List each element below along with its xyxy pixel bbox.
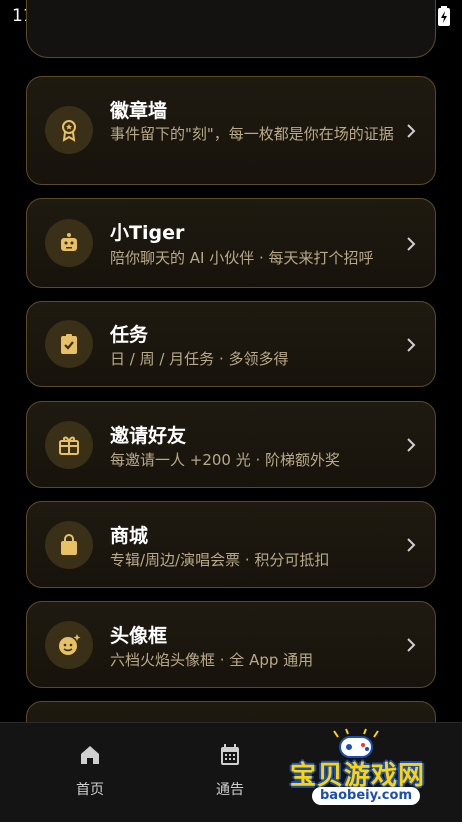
- item-title: 小Tiger: [110, 222, 185, 244]
- item-title: 商城: [110, 525, 149, 547]
- watermark: 宝贝游戏网 baobeiy.com: [286, 727, 456, 817]
- menu-item-badge-wall[interactable]: 徽章墙 事件留下的"刻"，每一枚都是你在场的证据: [26, 76, 436, 185]
- face-sparkle-icon: [45, 621, 93, 669]
- menu-item-tiger[interactable]: 小Tiger 陪你聊天的 AI 小伙伴 · 每天来打个招呼: [26, 198, 436, 288]
- item-subtitle: 事件留下的"刻"，每一枚都是你在场的证据: [110, 125, 394, 143]
- scrolled-card: [26, 0, 436, 58]
- nav-label: 首页: [76, 782, 104, 798]
- menu-item-tasks[interactable]: 任务 日 / 周 / 月任务 · 多领多得: [26, 301, 436, 387]
- item-title: 头像框: [110, 625, 168, 647]
- shopping-bag-icon: [45, 521, 93, 569]
- badge-icon: [45, 106, 93, 154]
- nav-item-home[interactable]: 首页: [50, 743, 130, 799]
- item-subtitle: 陪你聊天的 AI 小伙伴 · 每天来打个招呼: [110, 249, 374, 267]
- chevron-right-icon: [407, 237, 416, 251]
- item-subtitle: 每邀请一人 +200 光 · 阶梯额外奖: [110, 451, 341, 469]
- chevron-right-icon: [407, 538, 416, 552]
- menu-item-avatar-frame[interactable]: 头像框 六档火焰头像框 · 全 App 通用: [26, 601, 436, 688]
- item-title: 徽章墙: [110, 100, 168, 122]
- watermark-url: baobeiy.com: [312, 787, 420, 805]
- menu-item-shop[interactable]: 商城 专辑/周边/演唱会票 · 积分可抵扣: [26, 501, 436, 588]
- item-subtitle: 日 / 周 / 月任务 · 多领多得: [110, 350, 289, 368]
- item-title: 任务: [110, 324, 149, 346]
- chevron-right-icon: [407, 438, 416, 452]
- gift-box-icon: [45, 421, 93, 469]
- nav-label: 通告: [216, 782, 244, 798]
- home-icon: [81, 746, 99, 764]
- clipboard-check-icon: [45, 320, 93, 368]
- chevron-right-icon: [407, 338, 416, 352]
- calendar-icon: [221, 744, 239, 765]
- nav-item-notices[interactable]: 通告: [190, 743, 270, 799]
- item-subtitle: 六档火焰头像框 · 全 App 通用: [110, 651, 314, 669]
- item-subtitle: 专辑/周边/演唱会票 · 积分可抵扣: [110, 551, 330, 569]
- battery-icon: [438, 6, 450, 26]
- robot-icon: [45, 219, 93, 267]
- chevron-right-icon: [407, 124, 416, 138]
- item-title: 邀请好友: [110, 425, 187, 447]
- chevron-right-icon: [407, 638, 416, 652]
- menu-item-invite[interactable]: 邀请好友 每邀请一人 +200 光 · 阶梯额外奖: [26, 401, 436, 488]
